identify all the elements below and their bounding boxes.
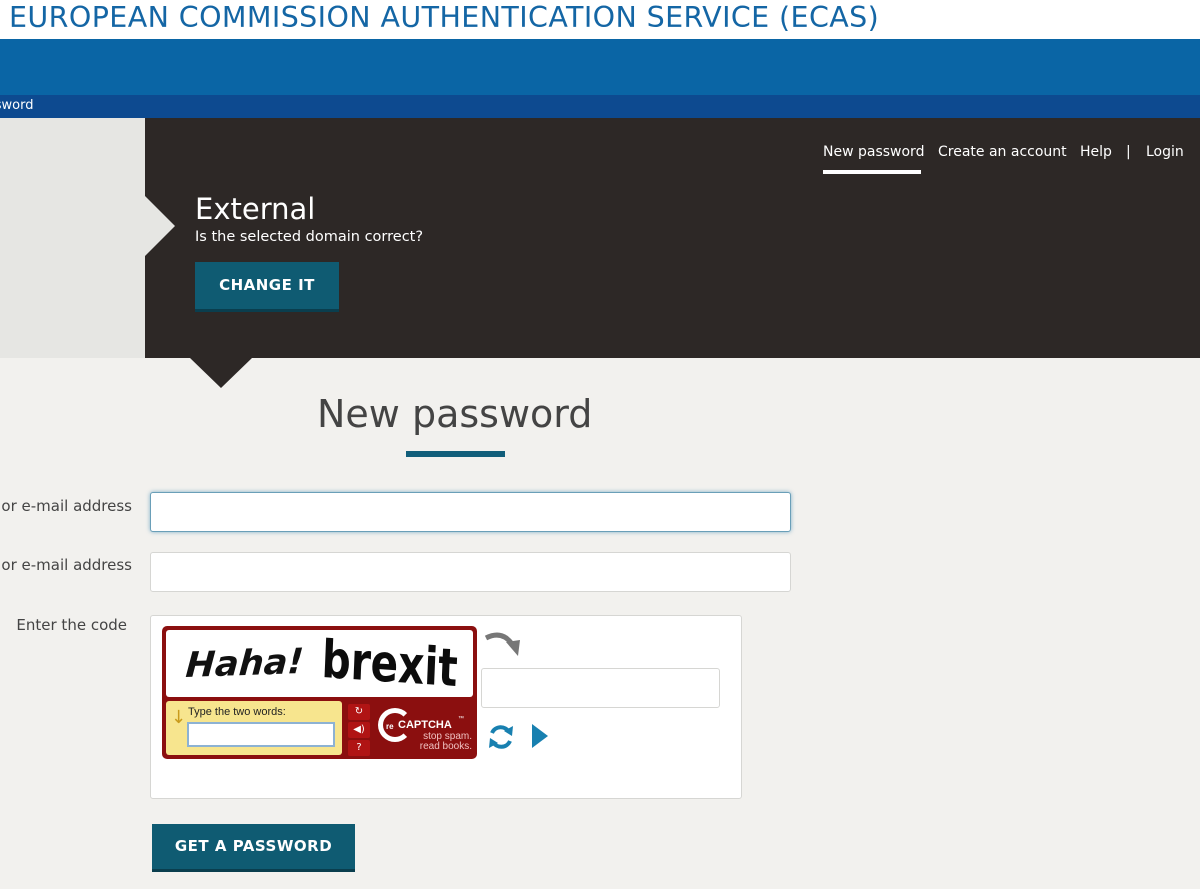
recaptcha-slogan: stop spam. read books. [412, 732, 472, 752]
title-underline [406, 451, 505, 457]
captcha-word-1: Haha! [184, 641, 306, 687]
nav-active-indicator [823, 170, 921, 174]
get-password-button[interactable]: GET A PASSWORD [152, 824, 355, 872]
refresh-captcha-icon[interactable] [487, 723, 515, 751]
page-title: New password [317, 392, 593, 436]
hero-notch [145, 196, 175, 256]
change-domain-button[interactable]: CHANGE IT [195, 262, 339, 312]
title-bar: EUROPEAN COMMISSION AUTHENTICATION SERVI… [0, 0, 1200, 39]
nav-new-password[interactable]: New password [823, 144, 924, 160]
breadcrumb: ssword [0, 95, 1200, 118]
slogan-line-2: read books. [419, 741, 472, 752]
captcha-word-2: brexit [320, 630, 459, 697]
nav-help[interactable]: Help [1080, 144, 1112, 160]
curved-arrow-icon [484, 632, 520, 656]
captcha-answer-input[interactable] [481, 668, 720, 708]
recaptcha-brand-prefix: re [386, 722, 394, 731]
field2-label: or e-mail address [1, 556, 132, 574]
recaptcha-widget: Haha! brexit ↓ Type the two words: ↻ ◀) … [162, 626, 477, 759]
header-band [0, 39, 1200, 95]
breadcrumb-item: ssword [0, 98, 34, 113]
code-label: Enter the code [16, 616, 127, 634]
domain-name: External [195, 192, 316, 226]
site-title: EUROPEAN COMMISSION AUTHENTICATION SERVI… [9, 1, 880, 34]
domain-question: Is the selected domain correct? [195, 229, 424, 245]
recaptcha-trademark: ™ [458, 716, 464, 722]
nav-separator: | [1126, 144, 1131, 160]
play-audio-icon[interactable] [532, 724, 548, 748]
captcha-image: Haha! brexit [166, 630, 473, 697]
down-arrow-icon: ↓ [171, 707, 187, 728]
recaptcha-brand: CAPTCHA [398, 719, 452, 731]
help-icon[interactable]: ? [348, 740, 370, 756]
captcha-prompt: Type the two words: [188, 706, 286, 718]
captcha-entry-panel: ↓ Type the two words: [166, 701, 342, 755]
top-navigation: New password Create an account Help | Lo… [0, 144, 1200, 174]
nav-login[interactable]: Login [1146, 144, 1184, 160]
field1-label: or e-mail address [1, 497, 132, 515]
reload-icon[interactable]: ↻ [348, 704, 370, 720]
audio-icon[interactable]: ◀) [348, 722, 370, 738]
confirm-email-input[interactable] [150, 552, 791, 592]
username-email-input[interactable] [150, 492, 791, 532]
nav-create-account[interactable]: Create an account [938, 144, 1067, 160]
hero-pointer [190, 358, 252, 388]
recaptcha-response-field[interactable] [187, 722, 335, 747]
